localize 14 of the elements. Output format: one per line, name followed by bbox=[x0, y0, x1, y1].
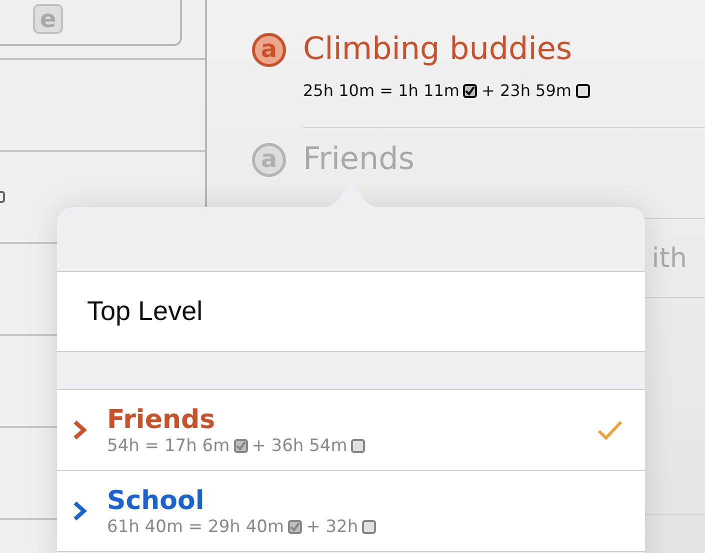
option-title: School bbox=[107, 485, 206, 517]
time-summary: + 36h 54m bbox=[252, 436, 348, 456]
time-summary: 61h 40m = 29h 40m bbox=[107, 517, 284, 537]
option-title: Friends bbox=[107, 404, 216, 436]
time-summary: 54h = 17h 6m bbox=[107, 436, 230, 456]
group-icon: a bbox=[252, 33, 286, 67]
group-option[interactable]: Friends 54h = 17h 6m + 36h 54m bbox=[57, 390, 645, 471]
time-summary: + 32h bbox=[306, 517, 358, 537]
group-option[interactable]: School 61h 40m = 29h 40m + 32h bbox=[57, 471, 645, 552]
partial-text: ith bbox=[652, 242, 687, 274]
time-summary: + 23h 59m bbox=[481, 81, 572, 100]
group-title[interactable]: Climbing buddies bbox=[303, 31, 705, 67]
top-level-option[interactable]: Top Level bbox=[57, 272, 645, 352]
time-summary: 25h 10m = 1h 11m bbox=[303, 81, 460, 100]
